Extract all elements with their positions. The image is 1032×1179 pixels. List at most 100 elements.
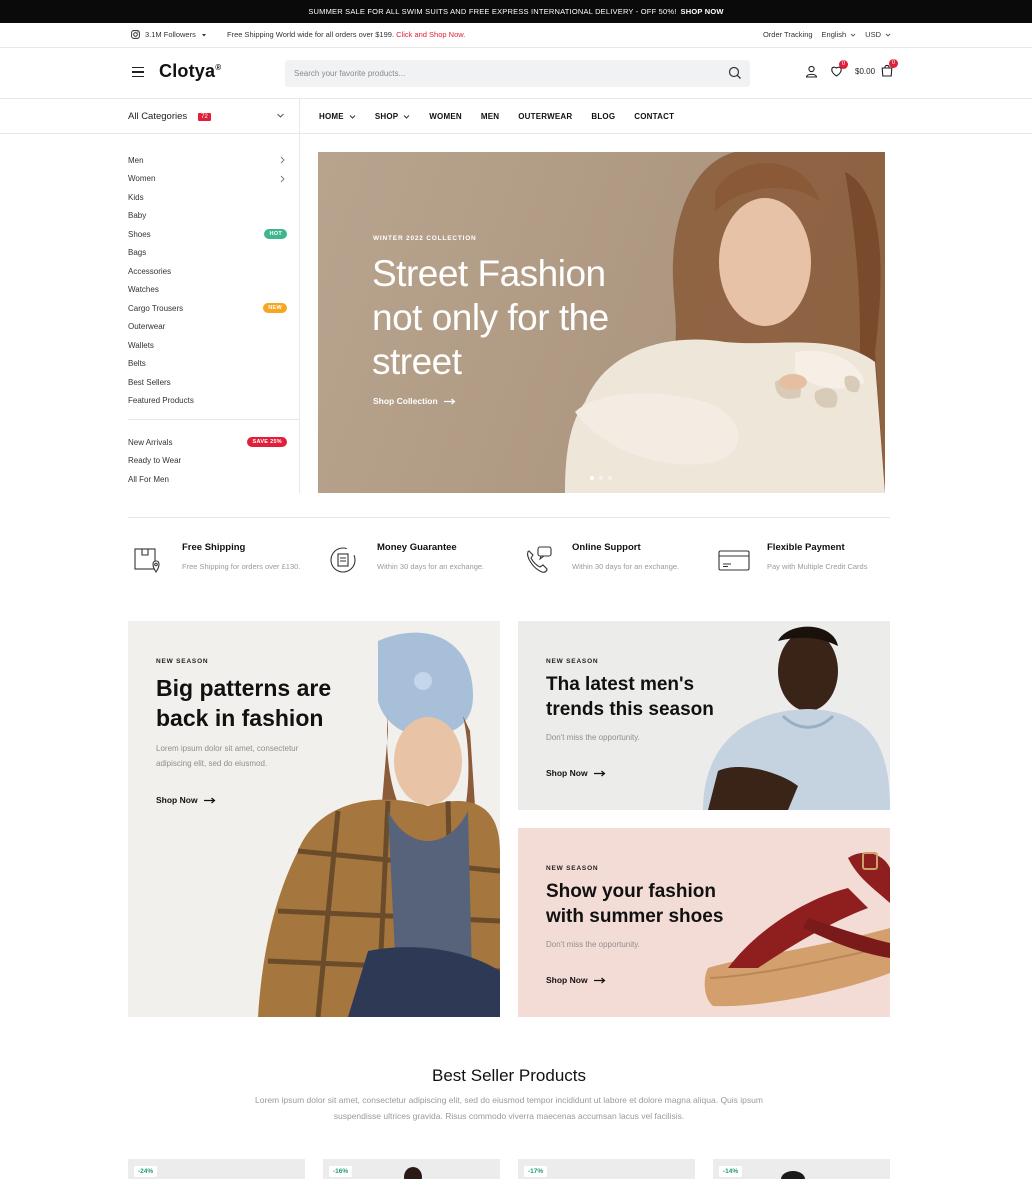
sidebar-item-shoes[interactable]: Shoes HOT xyxy=(128,225,300,244)
all-categories-toggle[interactable]: All Categories 72 xyxy=(128,99,300,134)
feature-desc: Pay with Multiple Credit Cards xyxy=(767,562,868,571)
nav-home[interactable]: Home xyxy=(319,112,356,121)
feature-title: Online Support xyxy=(572,542,641,553)
banner-eyebrow: New Season xyxy=(156,658,209,665)
hero-slider[interactable]: Winter 2022 Collection Street Fashion no… xyxy=(318,152,885,493)
menu-icon[interactable] xyxy=(132,67,144,77)
chevron-down-icon xyxy=(349,115,356,119)
banner-shop-now-link[interactable]: Shop Now xyxy=(156,795,216,805)
category-sidebar: Men Women Kids Baby Shoes HOT Bags Access… xyxy=(128,134,300,493)
banner-cta-label: Shop Now xyxy=(546,768,588,778)
search-input[interactable] xyxy=(285,60,705,87)
utility-links: Order Tracking English USD xyxy=(763,30,891,39)
sidebar-item-baby[interactable]: Baby xyxy=(128,207,300,226)
search-icon[interactable] xyxy=(728,66,742,80)
discount-badge: -16% xyxy=(329,1166,353,1177)
product-image xyxy=(404,1167,422,1179)
hero-title: Street Fashion not only for the street xyxy=(372,253,609,382)
new-badge: NEW xyxy=(263,303,287,313)
extra-category-list: New Arrivals SAVE 25% Ready to Wear All F… xyxy=(128,433,300,489)
slider-dot[interactable] xyxy=(599,476,603,480)
sidebar-item-men[interactable]: Men xyxy=(128,151,300,170)
arrow-right-icon xyxy=(593,770,605,776)
nav-shop[interactable]: Shop xyxy=(375,112,410,121)
product-image xyxy=(781,1171,805,1179)
shipping-link[interactable]: Click and Shop Now. xyxy=(396,30,465,39)
product-card[interactable]: -17% xyxy=(518,1159,695,1179)
banner-title: Show your fashion with summer shoes xyxy=(546,881,724,927)
main-nav: Home Shop Women Men Outerwear Blog Conta… xyxy=(319,99,674,134)
sidebar-item-featured-products[interactable]: Featured Products xyxy=(128,392,300,411)
nav-blog[interactable]: Blog xyxy=(591,112,615,121)
hero-shop-collection-link[interactable]: Shop Collection xyxy=(373,396,456,406)
sidebar-item-women[interactable]: Women xyxy=(128,170,300,189)
sidebar-item-wallets[interactable]: Wallets xyxy=(128,336,300,355)
sidebar-item-new-arrivals[interactable]: New Arrivals SAVE 25% xyxy=(128,433,300,452)
instagram-followers[interactable]: 3.1M Followers xyxy=(131,30,207,39)
categories-count-badge: 72 xyxy=(198,112,211,121)
banner-eyebrow: New Season xyxy=(546,658,599,665)
logo-text: Clotya xyxy=(159,61,216,81)
chevron-down-icon xyxy=(885,33,891,37)
promo-banner-summer-shoes[interactable]: New Season Show your fashion with summer… xyxy=(518,828,890,1017)
cart-total[interactable]: $0.00 xyxy=(855,67,875,76)
sidebar-item-best-sellers[interactable]: Best Sellers xyxy=(128,373,300,392)
sidebar-item-all-for-men[interactable]: All For Men xyxy=(128,470,300,489)
utility-bar: 3.1M Followers Free Shipping World wide … xyxy=(0,23,1032,48)
nav-women[interactable]: Women xyxy=(429,112,462,121)
nav-men[interactable]: Men xyxy=(481,112,499,121)
banner-title: Big patterns are back in fashion xyxy=(156,675,332,731)
order-tracking-link[interactable]: Order Tracking xyxy=(763,30,813,39)
banner-shop-now-link[interactable]: Shop Now xyxy=(546,768,606,778)
announcement-shop-now-link[interactable]: Shop now xyxy=(681,7,724,16)
nav-contact[interactable]: Contact xyxy=(634,112,674,121)
cart-button[interactable]: 0 xyxy=(881,59,899,79)
all-categories-label: All Categories xyxy=(128,111,188,122)
sidebar-item-outerwear[interactable]: Outerwear xyxy=(128,318,300,337)
section-title: Best Seller Products xyxy=(431,1066,586,1085)
announcement-text: Summer sale for all swim suits and free … xyxy=(308,7,677,16)
hero-eyebrow: Winter 2022 Collection xyxy=(373,235,477,242)
feature-money-guarantee: Money Guarantee Within 30 days for an ex… xyxy=(323,538,503,598)
banner-desc: Don't miss the opportunity. xyxy=(546,940,640,949)
promo-banner-mens-trends[interactable]: New Season Tha latest men's trends this … xyxy=(518,621,890,810)
sidebar-item-kids[interactable]: Kids xyxy=(128,188,300,207)
language-value: English xyxy=(821,30,847,39)
sidebar-item-cargo-trousers[interactable]: Cargo Trousers NEW xyxy=(128,299,300,318)
product-card[interactable]: -14% xyxy=(713,1159,890,1179)
discount-badge: -14% xyxy=(719,1166,743,1177)
currency-selector[interactable]: USD xyxy=(865,30,891,39)
sidebar-item-accessories[interactable]: Accessories xyxy=(128,262,300,281)
section-divider xyxy=(128,517,890,518)
sidebar-divider xyxy=(128,419,300,420)
user-icon[interactable] xyxy=(805,65,818,78)
feature-online-support: Online Support Within 30 days for an exc… xyxy=(518,538,698,598)
currency-value: USD xyxy=(865,30,881,39)
nav-outerwear[interactable]: Outerwear xyxy=(518,112,572,121)
wishlist-button[interactable]: 0 xyxy=(830,59,848,79)
language-selector[interactable]: English xyxy=(822,30,857,39)
navigation-row: All Categories 72 Home Shop Women Men Ou… xyxy=(0,99,1032,134)
sidebar-item-belts[interactable]: Belts xyxy=(128,355,300,374)
banner-cta-label: Shop Now xyxy=(546,975,588,985)
banner-cta-label: Shop Now xyxy=(156,795,198,805)
chevron-down-icon xyxy=(403,115,410,119)
sidebar-item-ready-to-wear[interactable]: Ready to Wear xyxy=(128,452,300,471)
banner-shop-now-link[interactable]: Shop Now xyxy=(546,975,606,985)
promo-banner-patterns[interactable]: New Season Big patterns are back in fash… xyxy=(128,621,500,1017)
product-card[interactable]: -24% xyxy=(128,1159,305,1179)
product-card[interactable]: -16% xyxy=(323,1159,500,1179)
feature-desc: Within 30 days for an exchange. xyxy=(377,562,485,571)
site-header: Clotya® 0 $0.00 0 xyxy=(0,48,1032,99)
slider-dot[interactable] xyxy=(608,476,612,480)
hot-badge: HOT xyxy=(264,229,287,239)
credit-card-icon xyxy=(718,550,750,571)
save-badge: SAVE 25% xyxy=(247,437,287,447)
sidebar-item-watches[interactable]: Watches xyxy=(128,281,300,300)
banner-desc: Lorem ipsum dolor sit amet, consectetur … xyxy=(156,744,299,768)
logo[interactable]: Clotya® xyxy=(159,61,221,82)
slider-dot-active[interactable] xyxy=(590,476,594,480)
feature-title: Flexible Payment xyxy=(767,542,845,553)
sidebar-item-bags[interactable]: Bags xyxy=(128,244,300,263)
chevron-right-icon xyxy=(280,156,285,164)
